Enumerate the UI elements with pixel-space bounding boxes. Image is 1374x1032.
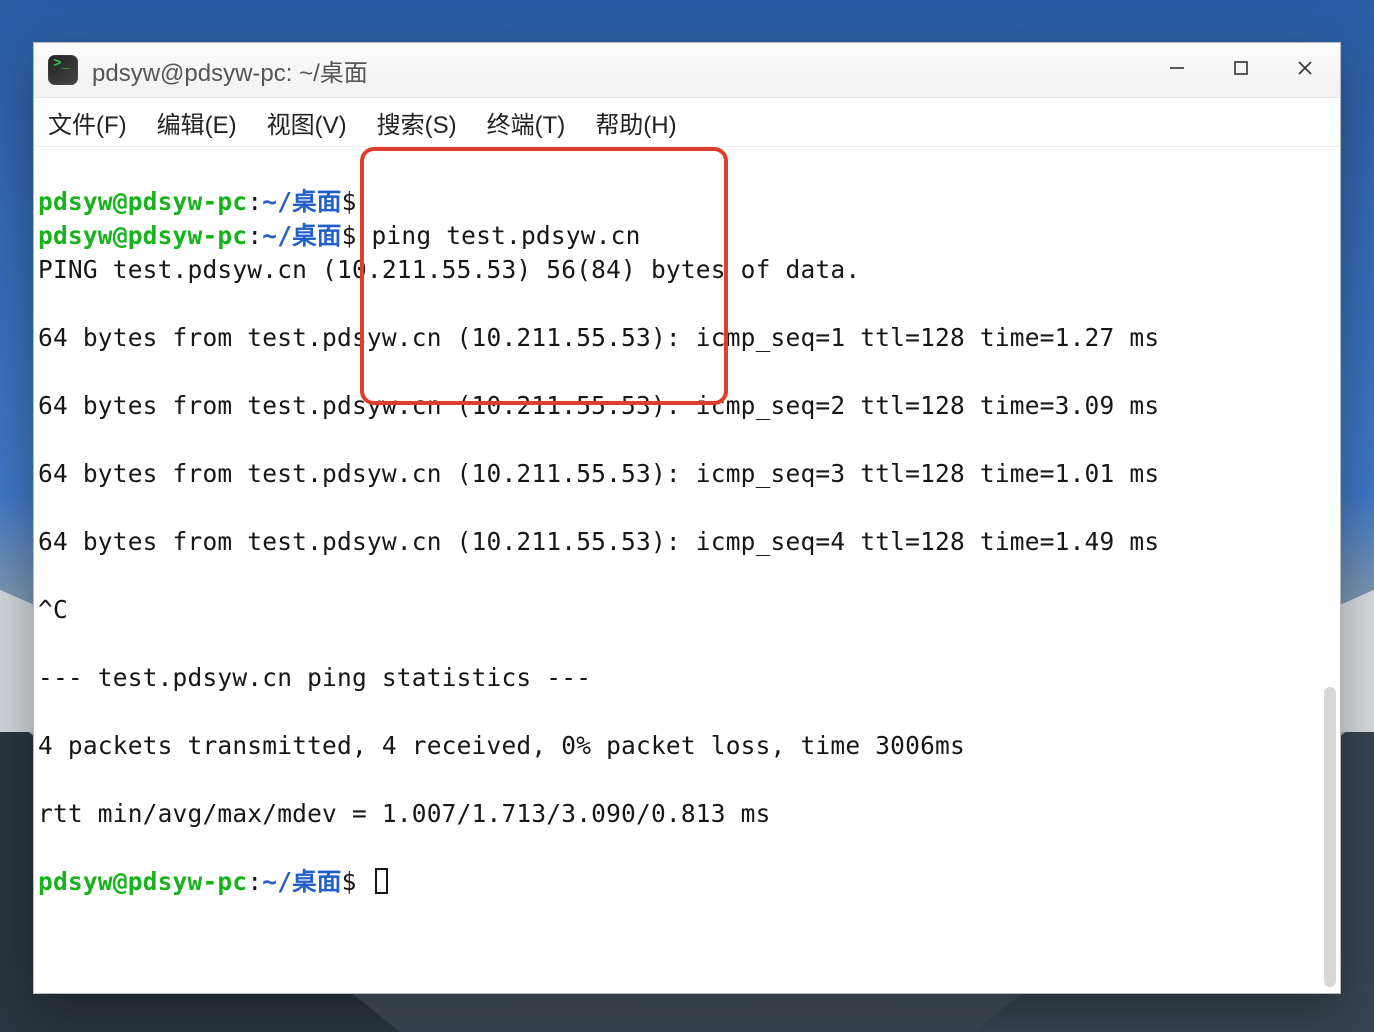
- output-line: PING test.pdsyw.cn (10.211.55.53) 56(84)…: [38, 253, 1318, 287]
- prompt-line-1: pdsyw@pdsyw-pc:~/桌面$: [38, 187, 357, 216]
- close-button[interactable]: [1290, 55, 1320, 85]
- prompt-host: pdsyw@pdsyw-pc: [38, 867, 247, 896]
- prompt-host: pdsyw@pdsyw-pc: [38, 187, 247, 216]
- prompt-line-3: pdsyw@pdsyw-pc:~/桌面$: [38, 867, 388, 896]
- prompt-line-2: pdsyw@pdsyw-pc:~/桌面$ ping test.pdsyw.cn: [38, 221, 641, 250]
- maximize-icon: [1232, 56, 1250, 84]
- terminal-window: pdsyw@pdsyw-pc: ~/桌面: [33, 42, 1341, 994]
- desktop-background: pdsyw@pdsyw-pc: ~/桌面: [0, 0, 1374, 1032]
- menu-view[interactable]: 视图(V): [265, 101, 349, 144]
- prompt-symbol: $: [342, 221, 357, 250]
- prompt-path: ~/桌面: [262, 221, 341, 250]
- command-text: ping test.pdsyw.cn: [357, 221, 641, 250]
- window-title: pdsyw@pdsyw-pc: ~/桌面: [92, 53, 368, 88]
- close-icon: [1296, 56, 1314, 84]
- prompt-symbol: $: [342, 867, 357, 896]
- prompt-path: ~/桌面: [262, 187, 341, 216]
- prompt-host: pdsyw@pdsyw-pc: [38, 221, 247, 250]
- menu-terminal[interactable]: 终端(T): [485, 101, 568, 144]
- menu-search[interactable]: 搜索(S): [375, 101, 459, 144]
- output-line: 64 bytes from test.pdsyw.cn (10.211.55.5…: [38, 457, 1318, 491]
- minimize-button[interactable]: [1162, 55, 1192, 85]
- menu-help[interactable]: 帮助(H): [593, 101, 678, 144]
- text-cursor: [375, 868, 388, 894]
- prompt-path: ~/桌面: [262, 867, 341, 896]
- window-titlebar[interactable]: pdsyw@pdsyw-pc: ~/桌面: [34, 43, 1340, 98]
- prompt-sep: :: [247, 187, 262, 216]
- output-line: 64 bytes from test.pdsyw.cn (10.211.55.5…: [38, 389, 1318, 423]
- menu-bar: 文件(F) 编辑(E) 视图(V) 搜索(S) 终端(T) 帮助(H): [34, 98, 1340, 147]
- output-line: --- test.pdsyw.cn ping statistics ---: [38, 661, 1318, 695]
- minimize-icon: [1168, 56, 1186, 84]
- output-line: ^C: [38, 593, 1318, 627]
- prompt-symbol: $: [342, 187, 357, 216]
- terminal-app-icon: [48, 55, 78, 85]
- vertical-scrollbar[interactable]: [1324, 687, 1336, 987]
- output-line: 64 bytes from test.pdsyw.cn (10.211.55.5…: [38, 321, 1318, 355]
- window-controls: [1162, 55, 1330, 85]
- output-line: rtt min/avg/max/mdev = 1.007/1.713/3.090…: [38, 797, 1318, 831]
- maximize-button[interactable]: [1226, 55, 1256, 85]
- prompt-sep: :: [247, 221, 262, 250]
- prompt-sep: :: [247, 867, 262, 896]
- menu-file[interactable]: 文件(F): [46, 101, 129, 144]
- terminal-output[interactable]: pdsyw@pdsyw-pc:~/桌面$ pdsyw@pdsyw-pc:~/桌面…: [34, 147, 1322, 993]
- terminal-viewport: pdsyw@pdsyw-pc:~/桌面$ pdsyw@pdsyw-pc:~/桌面…: [34, 147, 1340, 993]
- output-line: 4 packets transmitted, 4 received, 0% pa…: [38, 729, 1318, 763]
- menu-edit[interactable]: 编辑(E): [155, 101, 239, 144]
- output-line: 64 bytes from test.pdsyw.cn (10.211.55.5…: [38, 525, 1318, 559]
